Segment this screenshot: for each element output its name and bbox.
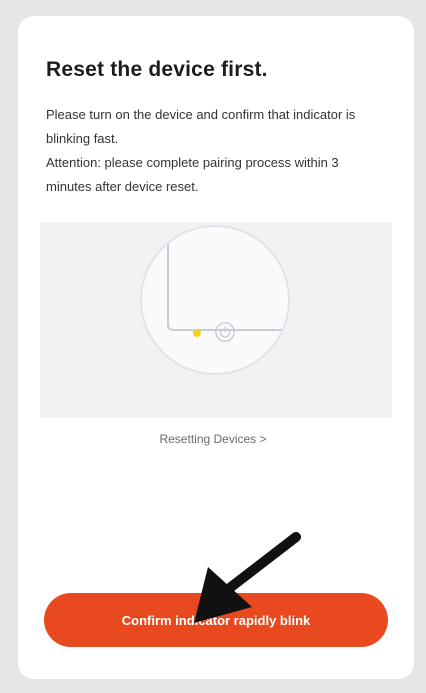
attention-text: Attention: please complete pairing proce… [46, 155, 339, 194]
device-outline [167, 227, 288, 331]
page-title: Reset the device first. [46, 58, 268, 81]
screen: Reset the device first. Please turn on t… [0, 0, 426, 693]
instructions: Please turn on the device and confirm th… [46, 103, 376, 199]
resetting-devices-link[interactable]: Resetting Devices > [0, 432, 426, 446]
indicator-light [193, 329, 201, 337]
instruction-text: Please turn on the device and confirm th… [46, 107, 356, 146]
power-icon [215, 322, 235, 342]
confirm-blink-button[interactable]: Confirm indicator rapidly blink [44, 593, 388, 647]
device-zoom-circle [140, 225, 290, 375]
